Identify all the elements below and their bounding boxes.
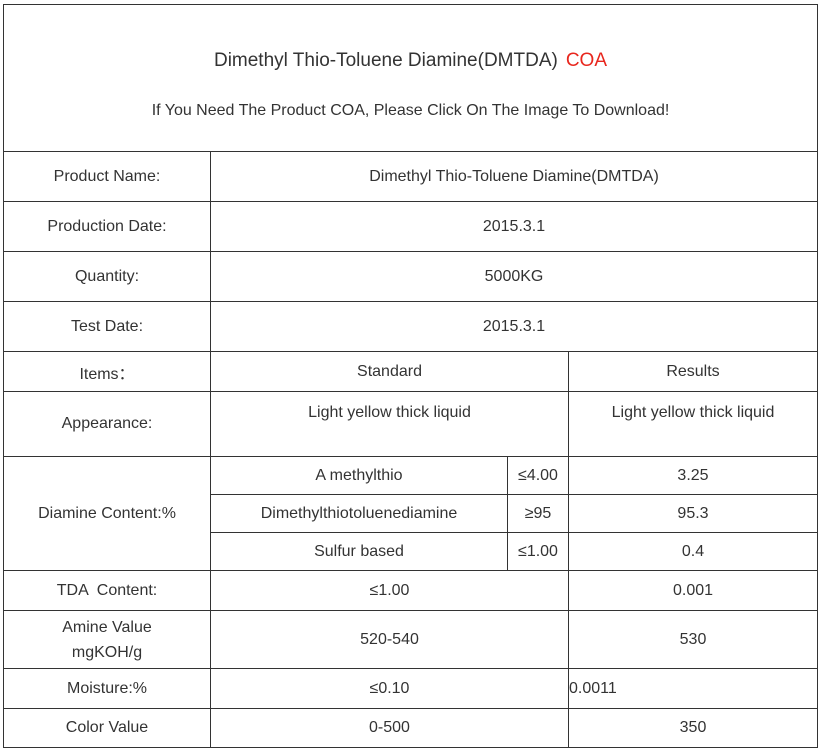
quantity-label: Quantity: xyxy=(3,251,211,302)
tda-label: TDA Content: xyxy=(3,570,211,611)
production-date-value: 2015.3.1 xyxy=(210,201,818,252)
color-result: 350 xyxy=(568,708,818,748)
moisture-standard: ≤0.10 xyxy=(210,668,569,709)
tda-standard: ≤1.00 xyxy=(210,570,569,611)
items-header-row: Items： Standard Results xyxy=(3,351,818,392)
diamine-row-1: Diamine Content:% A methylthio ≤4.00 3.2… xyxy=(3,456,818,571)
title-highlight: COA xyxy=(565,50,608,71)
quantity-row: Quantity: 5000KG xyxy=(3,251,818,302)
coa-table: Dimethyl Thio-Toluene Diamine(DMTDA) COA … xyxy=(3,4,818,748)
items-label: Items： xyxy=(3,351,211,392)
quantity-value: 5000KG xyxy=(210,251,818,302)
color-label: Color Value xyxy=(3,708,211,748)
diamine-item-standard: ≤1.00 xyxy=(507,532,569,571)
color-standard: 0-500 xyxy=(210,708,569,748)
standard-header: Standard xyxy=(210,351,569,392)
header-cell[interactable]: Dimethyl Thio-Toluene Diamine(DMTDA) COA … xyxy=(3,4,818,152)
diamine-item-name: Sulfur based xyxy=(210,532,508,571)
header-row: Dimethyl Thio-Toluene Diamine(DMTDA) COA … xyxy=(3,4,818,152)
appearance-result: Light yellow thick liquid xyxy=(568,391,818,457)
product-name-label: Product Name: xyxy=(3,151,211,202)
download-hint[interactable]: If You Need The Product COA, Please Clic… xyxy=(4,102,817,120)
test-date-row: Test Date: 2015.3.1 xyxy=(3,301,818,352)
diamine-item-result: 3.25 xyxy=(568,456,818,495)
amine-row: Amine Value mgKOH/g 520-540 530 xyxy=(3,610,818,669)
color-row: Color Value 0-500 350 xyxy=(3,708,818,748)
production-date-label: Production Date: xyxy=(3,201,211,252)
diamine-item-result: 0.4 xyxy=(568,532,818,571)
product-name-row: Product Name: Dimethyl Thio-Toluene Diam… xyxy=(3,151,818,202)
production-date-row: Production Date: 2015.3.1 xyxy=(3,201,818,252)
amine-result: 530 xyxy=(568,610,818,669)
moisture-row: Moisture:% ≤0.10 0.0011 xyxy=(3,668,818,709)
amine-standard: 520-540 xyxy=(210,610,569,669)
page-title: Dimethyl Thio-Toluene Diamine(DMTDA) COA xyxy=(4,50,817,72)
diamine-label: Diamine Content:% xyxy=(3,456,211,571)
appearance-standard: Light yellow thick liquid xyxy=(210,391,569,457)
test-date-label: Test Date: xyxy=(3,301,211,352)
product-name-value: Dimethyl Thio-Toluene Diamine(DMTDA) xyxy=(210,151,818,202)
results-header: Results xyxy=(568,351,818,392)
tda-row: TDA Content: ≤1.00 0.001 xyxy=(3,570,818,611)
amine-label: Amine Value mgKOH/g xyxy=(3,610,211,669)
diamine-item-standard: ≥95 xyxy=(507,494,569,533)
diamine-item-name: Dimethylthiotoluenediamine xyxy=(210,494,508,533)
tda-result: 0.001 xyxy=(568,570,818,611)
appearance-label: Appearance: xyxy=(3,391,211,457)
amine-label-line2: mgKOH/g xyxy=(71,643,143,661)
moisture-label: Moisture:% xyxy=(3,668,211,709)
diamine-item-standard: ≤4.00 xyxy=(507,456,569,495)
amine-label-line1: Amine Value xyxy=(62,618,152,636)
diamine-item-name: A methylthio xyxy=(210,456,508,495)
test-date-value: 2015.3.1 xyxy=(210,301,818,352)
moisture-result: 0.0011 xyxy=(568,668,818,709)
diamine-item-result: 95.3 xyxy=(568,494,818,533)
appearance-row: Appearance: Light yellow thick liquid Li… xyxy=(3,391,818,457)
title-text: Dimethyl Thio-Toluene Diamine(DMTDA) xyxy=(213,50,558,71)
